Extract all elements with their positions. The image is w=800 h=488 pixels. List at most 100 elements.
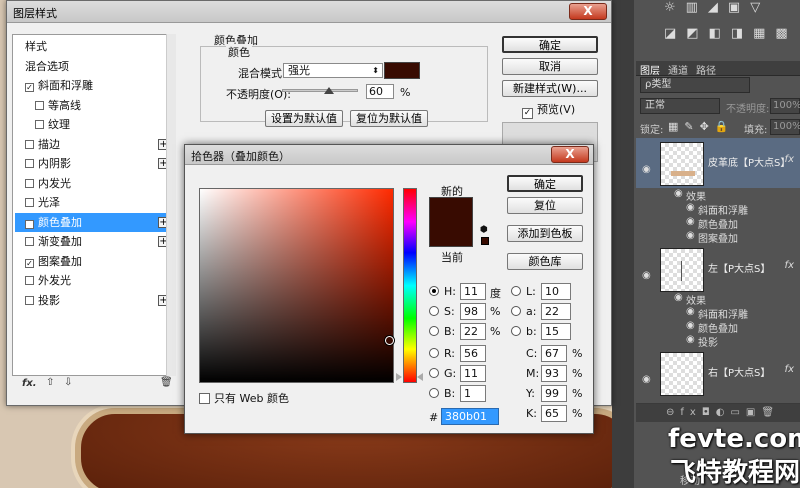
ok-button[interactable]: 确定 [502,36,598,53]
blend-mode-dropdown[interactable]: 强光 ⬍ [283,63,383,78]
eye-icon[interactable]: ◉ [642,164,651,175]
hue-arrow-right-icon[interactable] [417,373,423,381]
hex-input[interactable]: 380b01 [441,408,499,425]
field-input[interactable]: 11 [460,365,486,382]
arrow-down-icon[interactable]: ⇩ [64,377,72,388]
style-list-item[interactable]: 样式 [15,37,173,56]
layer-blend-dropdown[interactable]: 正常 [640,98,720,114]
radio-button[interactable] [429,326,439,336]
field-input[interactable]: 22 [460,323,486,340]
style-checkbox[interactable] [25,159,34,168]
field-input[interactable]: 1 [460,385,486,402]
only-web-colors-checkbox[interactable]: 只有 Web 颜色 [199,390,289,406]
style-checkbox[interactable]: ✓ [25,83,34,92]
tab-channels[interactable]: 通道 [668,62,688,77]
eye-icon[interactable]: ◉ [686,306,695,317]
arrow-up-icon[interactable]: ⇧ [46,377,54,388]
style-list-item[interactable]: 内发光 [15,174,173,193]
new-style-button[interactable]: 新建样式(W)... [502,80,598,97]
close-icon[interactable]: X [551,146,589,163]
layer-style-titlebar[interactable]: 图层样式 [7,1,611,23]
eye-icon[interactable]: ◉ [686,202,695,213]
style-list-item[interactable]: 纹理 [15,115,173,134]
field-input[interactable]: 11 [460,283,486,300]
style-list-item[interactable]: 混合选项 [15,57,173,76]
web-safe-cube-icon[interactable]: ⬢ [480,225,490,235]
radio-button[interactable] [511,306,521,316]
eye-icon[interactable]: ◉ [686,320,695,331]
eye-icon[interactable]: ◉ [686,334,695,345]
effect-item[interactable]: ◉ 图案叠加 [636,230,800,245]
style-list-scrollbar[interactable] [166,34,176,376]
radio-button[interactable] [429,306,439,316]
style-checkbox[interactable] [25,295,34,305]
style-checkbox[interactable] [25,237,34,246]
field-input[interactable]: 65 [541,405,567,422]
eye-icon[interactable]: ◉ [686,216,695,227]
radio-button[interactable] [429,348,439,358]
style-list-item[interactable]: ✓ 图案叠加 [15,252,173,271]
style-list-item[interactable]: 外发光 [15,271,173,290]
field-input[interactable]: 22 [541,303,571,320]
field-input[interactable]: 98 [460,303,486,320]
field-input[interactable]: 56 [460,345,486,362]
saturation-brightness-field[interactable] [199,188,394,383]
style-checkbox[interactable] [35,120,44,129]
style-checkbox[interactable] [25,139,34,149]
eye-icon[interactable]: ◉ [674,188,683,199]
tab-paths[interactable]: 路径 [696,62,716,77]
radio-button[interactable] [429,286,439,296]
layer-row[interactable]: ◉ 右【P大点S】 fx [636,348,800,404]
reset-default-button[interactable]: 复位为默认值 [350,110,428,127]
hue-arrow-left-icon[interactable] [396,373,402,381]
radio-button[interactable] [511,286,521,296]
style-checkbox[interactable]: ✓ [25,219,34,229]
style-list-item[interactable]: 内阴影 + [15,154,173,173]
style-checkbox[interactable] [25,178,34,188]
eye-icon[interactable]: ◉ [642,374,651,385]
opacity-slider[interactable] [282,89,358,92]
style-checkbox[interactable] [35,100,44,110]
eye-icon[interactable]: ◉ [674,292,683,303]
effect-item[interactable]: ◉ 斜面和浮雕 [636,202,800,217]
layers-panel-footer[interactable]: ⊖fx◘◐▭▣🗑 [636,404,800,422]
eye-icon[interactable]: ◉ [642,270,651,281]
opacity-input[interactable]: 60 [366,84,394,99]
field-input[interactable]: 67 [541,345,567,362]
web-safe-swatch[interactable] [481,237,489,245]
style-checkbox[interactable]: ✓ [25,258,34,268]
radio-button[interactable] [429,368,439,378]
style-checkbox[interactable] [25,276,34,285]
fx-icon[interactable]: fx [785,260,794,271]
adjustment-icons-row-2[interactable]: ◪◩◧◨▦▩ [664,26,798,41]
effect-item[interactable]: ◉ 斜面和浮雕 [636,306,800,321]
lock-icons[interactable]: ▦✎✥🔒 [668,120,735,133]
close-icon[interactable]: X [569,3,607,20]
field-input[interactable]: 99 [541,385,567,402]
style-list-item[interactable]: 投影 + [15,291,173,310]
adjustment-icons-row-1[interactable]: ☼▥◢▣▽ [664,0,770,15]
style-checkbox[interactable] [25,198,34,207]
effect-item[interactable]: ◉ 颜色叠加 [636,216,800,231]
reset-button[interactable]: 复位 [507,197,583,214]
field-input[interactable]: 93 [541,365,567,382]
style-list-item[interactable]: 渐变叠加 + [15,232,173,251]
fx-icon[interactable]: fx [785,364,794,375]
preview-checkbox[interactable]: ✓ 预览(V) [522,101,575,119]
add-to-swatches-button[interactable]: 添加到色板 [507,225,583,242]
set-default-button[interactable]: 设置为默认值 [265,110,343,127]
hue-slider[interactable] [403,188,417,383]
cancel-button[interactable]: 取消 [502,58,598,75]
check-icon[interactable]: ✓ [522,108,533,119]
color-picker-titlebar[interactable]: 拾色器（叠加颜色） [185,145,593,165]
radio-button[interactable] [429,388,439,398]
field-input[interactable]: 15 [541,323,571,340]
tab-layers[interactable]: 图层 [640,62,660,77]
fx-icon[interactable]: fx. [22,378,37,389]
field-input[interactable]: 10 [541,283,571,300]
layer-opacity-input[interactable]: 100% [770,98,800,114]
layer-filter-dropdown[interactable]: ρ类型 [640,77,750,93]
color-marker[interactable] [385,336,394,345]
effect-item[interactable]: ◉ 颜色叠加 [636,320,800,335]
effect-item[interactable]: ◉ 投影 [636,334,800,349]
